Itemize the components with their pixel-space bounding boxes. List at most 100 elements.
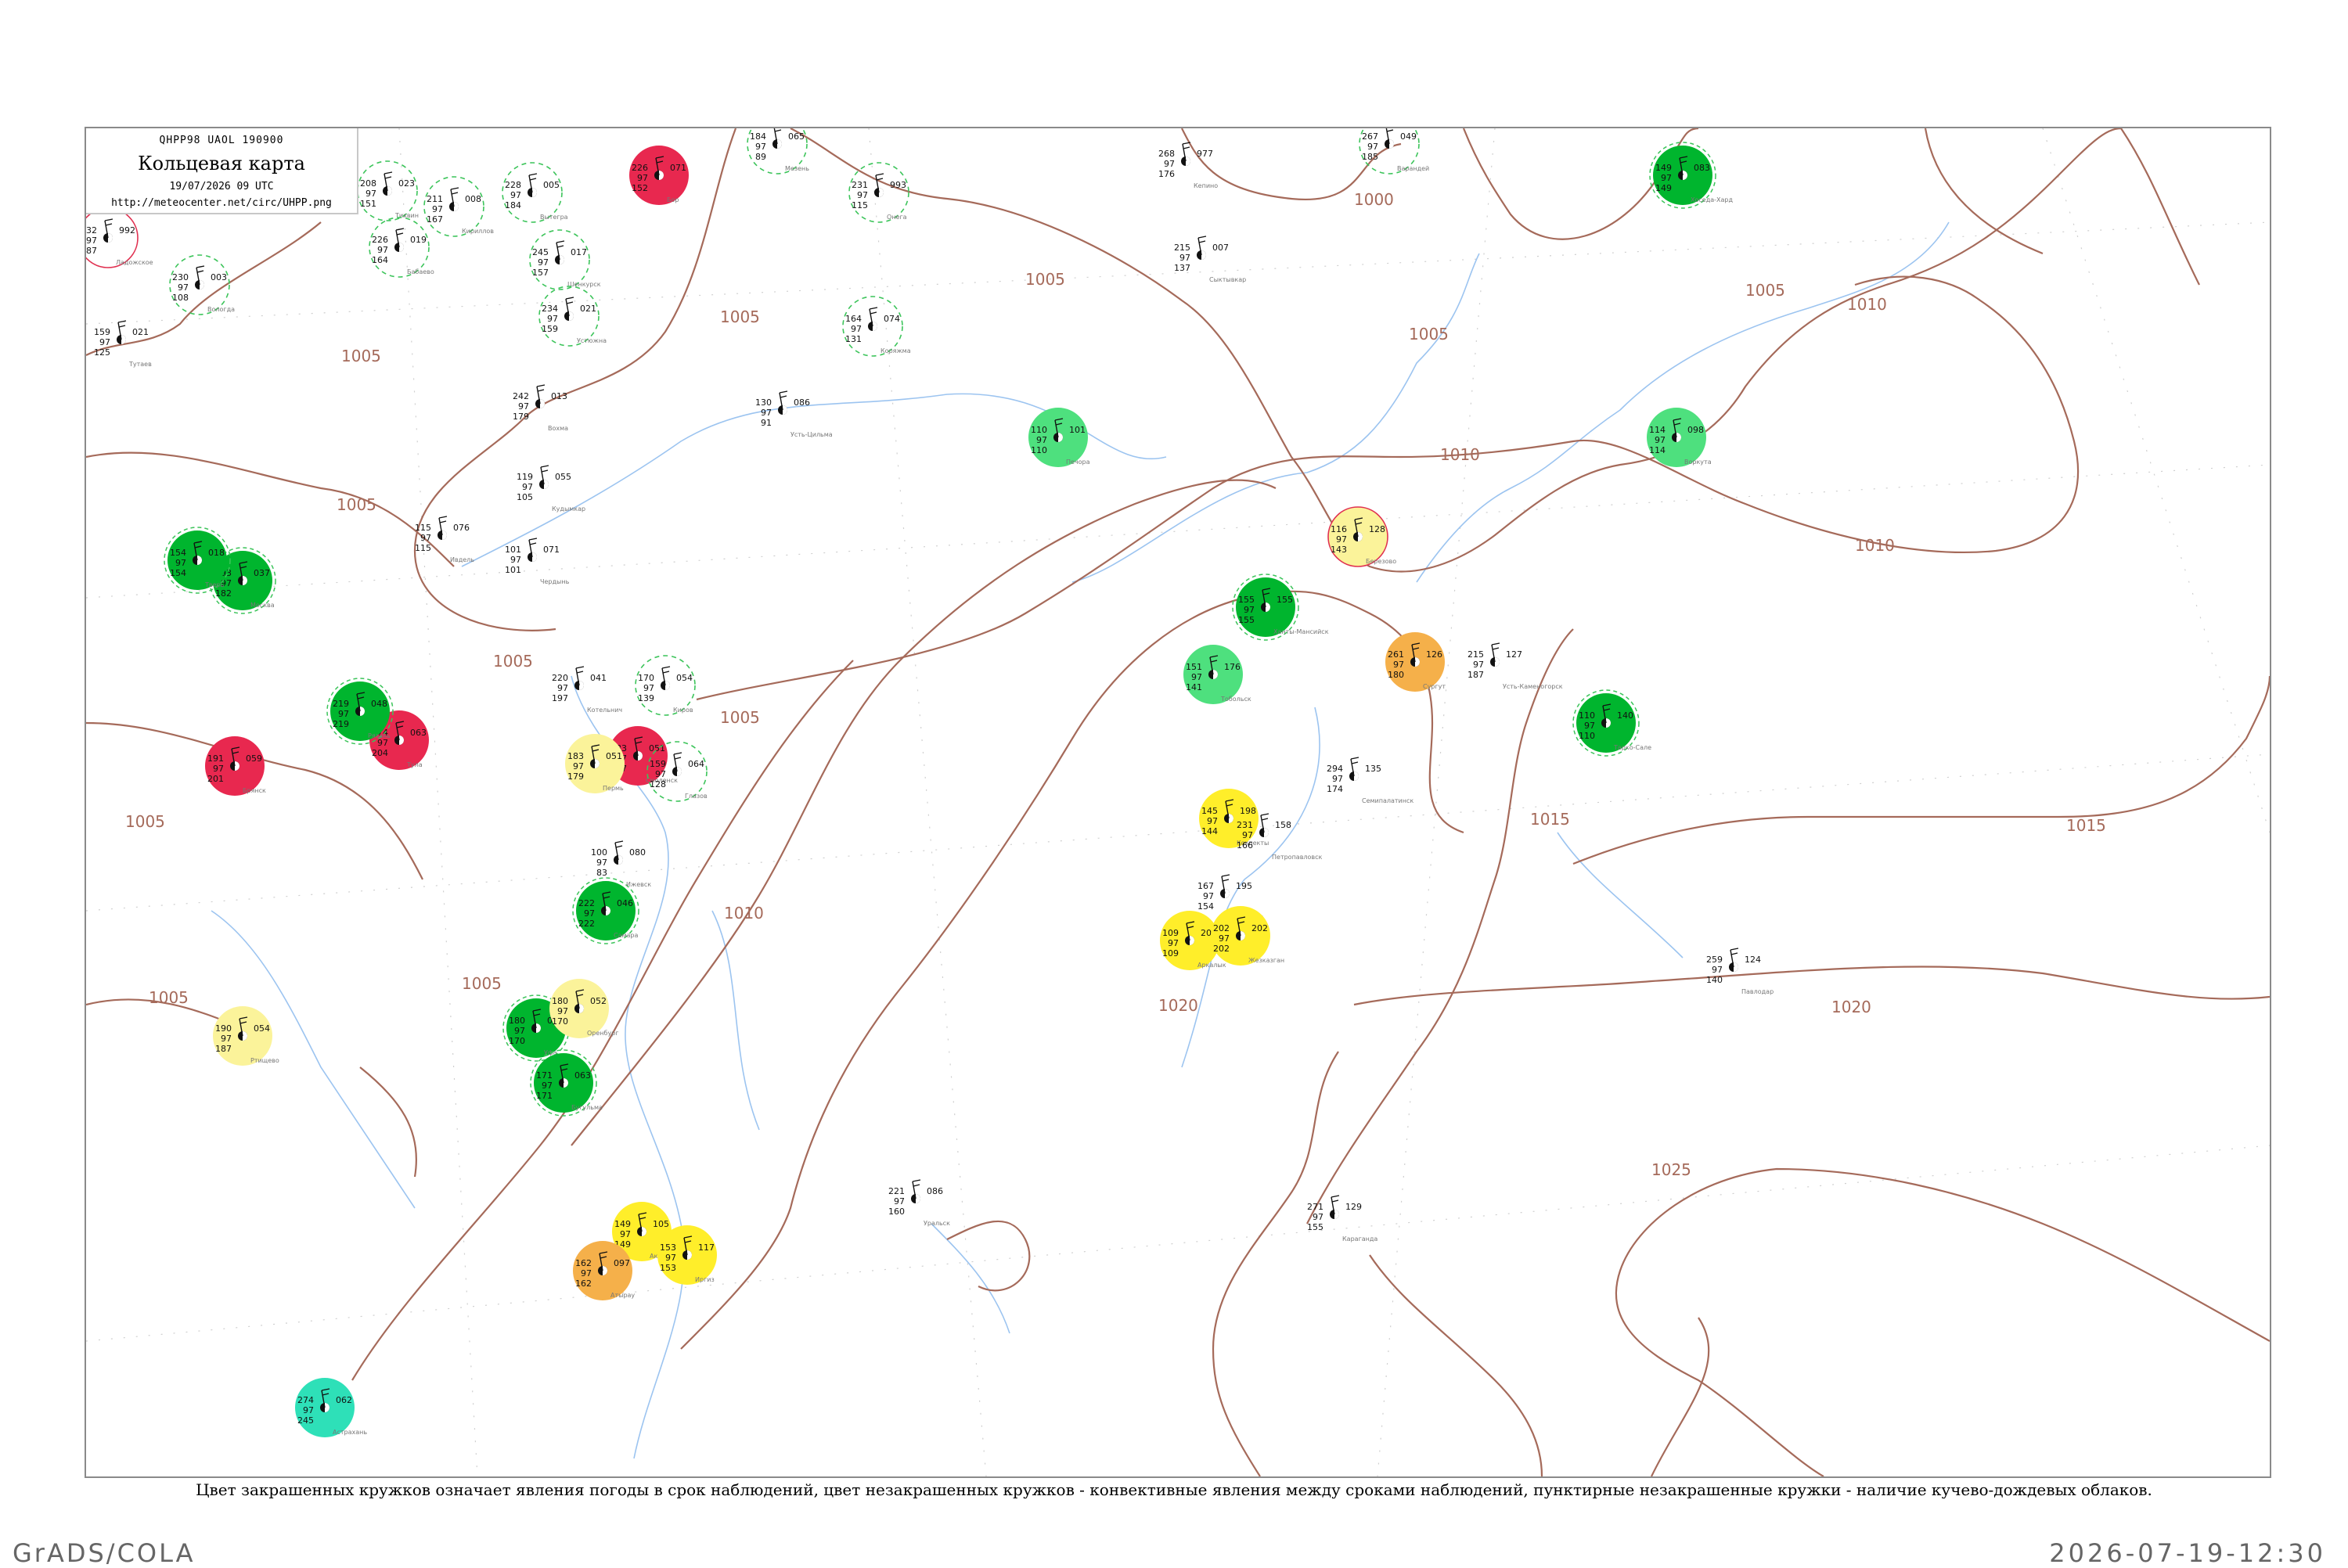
station-temperature: 101 — [505, 545, 521, 555]
weather-station[interactable]: 110 140 11097 Тарко-Сале — [1572, 689, 1651, 757]
station-dewpoint: 164 — [372, 255, 388, 265]
station-pressure: 017 — [571, 247, 587, 257]
station-temperature: 215 — [1468, 649, 1484, 660]
station-visibility: 97 — [1219, 933, 1230, 944]
isobar-label: 1005 — [1025, 270, 1065, 289]
station-visibility: 97 — [542, 1081, 553, 1091]
weather-station[interactable]: 219 048 21997 Рязань — [326, 678, 394, 745]
isobar-label: 1005 — [462, 974, 502, 993]
weather-station[interactable]: 271 129 15597 Караганда — [1307, 1195, 1377, 1243]
station-temperature: 180 — [552, 996, 568, 1006]
weather-station[interactable]: 100 080 8397 Ижевск — [591, 840, 651, 888]
weather-station[interactable]: 191 059 20197 Брянск — [205, 736, 266, 796]
weather-station[interactable]: 116 128 14397 Березово — [1327, 506, 1396, 567]
station-pressure: 013 — [551, 391, 567, 401]
weather-station[interactable]: 119 055 10597 Кудымкар — [517, 465, 585, 512]
weather-station[interactable]: 110 101 11097 Печора — [1028, 408, 1090, 467]
station-name: Вохма — [548, 425, 568, 432]
weather-station[interactable]: 170 054 13997 Киров — [635, 655, 696, 716]
cloud-cover-icon — [777, 139, 782, 149]
station-temperature: 271 — [1307, 1202, 1323, 1212]
station-visibility: 97 — [522, 482, 533, 492]
station-visibility: 97 — [851, 324, 862, 334]
weather-station[interactable]: 267 049 18597 Варандей — [1359, 128, 1429, 174]
weather-station[interactable]: 149 083 14997 Хоседа-Хард — [1649, 142, 1733, 209]
weather-station[interactable]: 145 19814497Кокпекты — [1199, 789, 1269, 848]
station-dewpoint: 137 — [1174, 263, 1190, 273]
station-visibility: 97 — [1242, 830, 1253, 840]
station-temperature: 110 — [1579, 710, 1595, 721]
station-dewpoint: 180 — [1388, 670, 1404, 680]
weather-station[interactable]: 294 135 17497 Семипалатинск — [1327, 757, 1413, 804]
cloud-cover-icon — [677, 767, 682, 776]
software-label: GrADS/COLA — [13, 1538, 196, 1568]
station-pressure: 021 — [580, 304, 596, 314]
station-pressure: 052 — [590, 996, 607, 1006]
weather-station[interactable]: 164 074 13197 Коряжма — [842, 296, 911, 357]
weather-station[interactable]: 232 992 18797 Ладожское — [86, 207, 153, 268]
station-name: Павлодар — [1741, 988, 1774, 995]
weather-station[interactable]: 226 071 15297 Бор — [629, 146, 689, 205]
weather-station[interactable]: 242 013 17997 Вохма — [513, 384, 568, 432]
station-pressure: 202 — [1251, 923, 1268, 933]
station-visibility: 97 — [1179, 253, 1190, 263]
station-dewpoint: 143 — [1331, 545, 1347, 555]
station-temperature: 155 — [1238, 595, 1255, 605]
weather-station[interactable]: 220 041 19797 Котельнич — [552, 666, 622, 714]
weather-station[interactable]: 154 018 15497 Тверь — [164, 527, 231, 594]
station-name: Коряжма — [880, 347, 911, 354]
station-temperature: 245 — [532, 247, 549, 257]
station-temperature: 164 — [845, 314, 862, 324]
station-name: Ладожское — [116, 259, 153, 266]
station-temperature: 259 — [1706, 955, 1723, 965]
station-name: Семипалатинск — [1362, 797, 1413, 804]
weather-station[interactable]: 190 054 18797 Ртищево — [213, 1006, 279, 1066]
weather-station[interactable]: 261 126 18097 Сургут — [1385, 632, 1446, 692]
source-url[interactable]: http://meteocenter.net/circ/UHPP.png — [86, 197, 357, 209]
station-dewpoint: 174 — [1327, 784, 1343, 794]
station-visibility: 97 — [1367, 142, 1378, 152]
graticule — [86, 128, 2270, 1476]
cloud-cover-icon — [544, 480, 549, 489]
weather-station[interactable]: 274 062 24597 Астрахань — [295, 1378, 367, 1437]
weather-station[interactable]: 155 15515597Ханты-Мансийск — [1232, 574, 1329, 641]
station-name: Кудымкар — [552, 505, 585, 512]
weather-station[interactable]: 171 063 17197 Бугульма — [530, 1049, 603, 1117]
weather-station[interactable]: 268 977 17697 Кепино — [1158, 142, 1218, 189]
weather-station[interactable]: 183 051 17997 Пермь — [565, 734, 625, 793]
weather-station[interactable]: 245 017 15797 Шенкурск — [529, 229, 601, 290]
weather-station[interactable]: 228 005 18497 Вытегра — [502, 162, 568, 223]
station-pressure: 086 — [794, 397, 810, 408]
weather-station[interactable]: 234 021 15997 Устюжна — [538, 286, 607, 347]
station-name: Вологда — [207, 306, 235, 313]
weather-station[interactable]: 184 065 8997 Мезень — [747, 128, 809, 174]
weather-station[interactable]: 208 02315197Тихвин — [357, 160, 419, 221]
isobar-label: 1005 — [149, 988, 189, 1007]
weather-station[interactable]: 259 124 14097 Павлодар — [1706, 948, 1774, 995]
station-visibility: 97 — [1164, 159, 1175, 169]
weather-station[interactable]: 231 993 11597 Онега — [848, 162, 909, 223]
station-name: Астрахань — [333, 1429, 367, 1436]
station-dewpoint: 115 — [852, 200, 868, 210]
weather-station[interactable]: 202 20220297Жезказган — [1211, 906, 1284, 966]
weather-station[interactable]: 114 098 11497 Воркута — [1647, 408, 1712, 467]
weather-station[interactable]: 231 158 16697 Петропавловск — [1237, 813, 1323, 861]
weather-station[interactable]: 211 008 16797 Кириллов — [423, 176, 494, 237]
weather-station[interactable]: 221 086 16097 Уральск — [888, 1179, 950, 1227]
isobar-label: 1010 — [1847, 295, 1887, 314]
weather-station[interactable]: 101 071 10197 Чердынь — [505, 538, 570, 585]
isobar-label: 1005 — [1745, 281, 1785, 300]
weather-station[interactable]: 226 019 16497 Бабаево — [369, 217, 434, 278]
weather-station[interactable]: 215 007 13797 Сыктывкар — [1174, 236, 1246, 283]
weather-station[interactable]: 153 117 15397 Иргиз — [657, 1225, 717, 1285]
weather-station[interactable]: 180 052 17097 Оренбург — [549, 979, 618, 1038]
station-temperature: 231 — [852, 180, 868, 190]
station-name: Сыктывкар — [1209, 276, 1246, 283]
isobar-labels: 1000 1005 1005 1005 1005 1005 1005 1005 … — [125, 190, 2106, 1179]
station-visibility: 97 — [538, 257, 549, 268]
station-temperature: 183 — [567, 751, 584, 761]
weather-station[interactable]: 151 176 14197 Тобольск — [1183, 645, 1251, 704]
cloud-cover-icon — [1225, 889, 1230, 898]
weather-station[interactable]: 130 086 9197 Усть-Цильма — [755, 390, 833, 438]
station-pressure: 101 — [1069, 425, 1086, 435]
